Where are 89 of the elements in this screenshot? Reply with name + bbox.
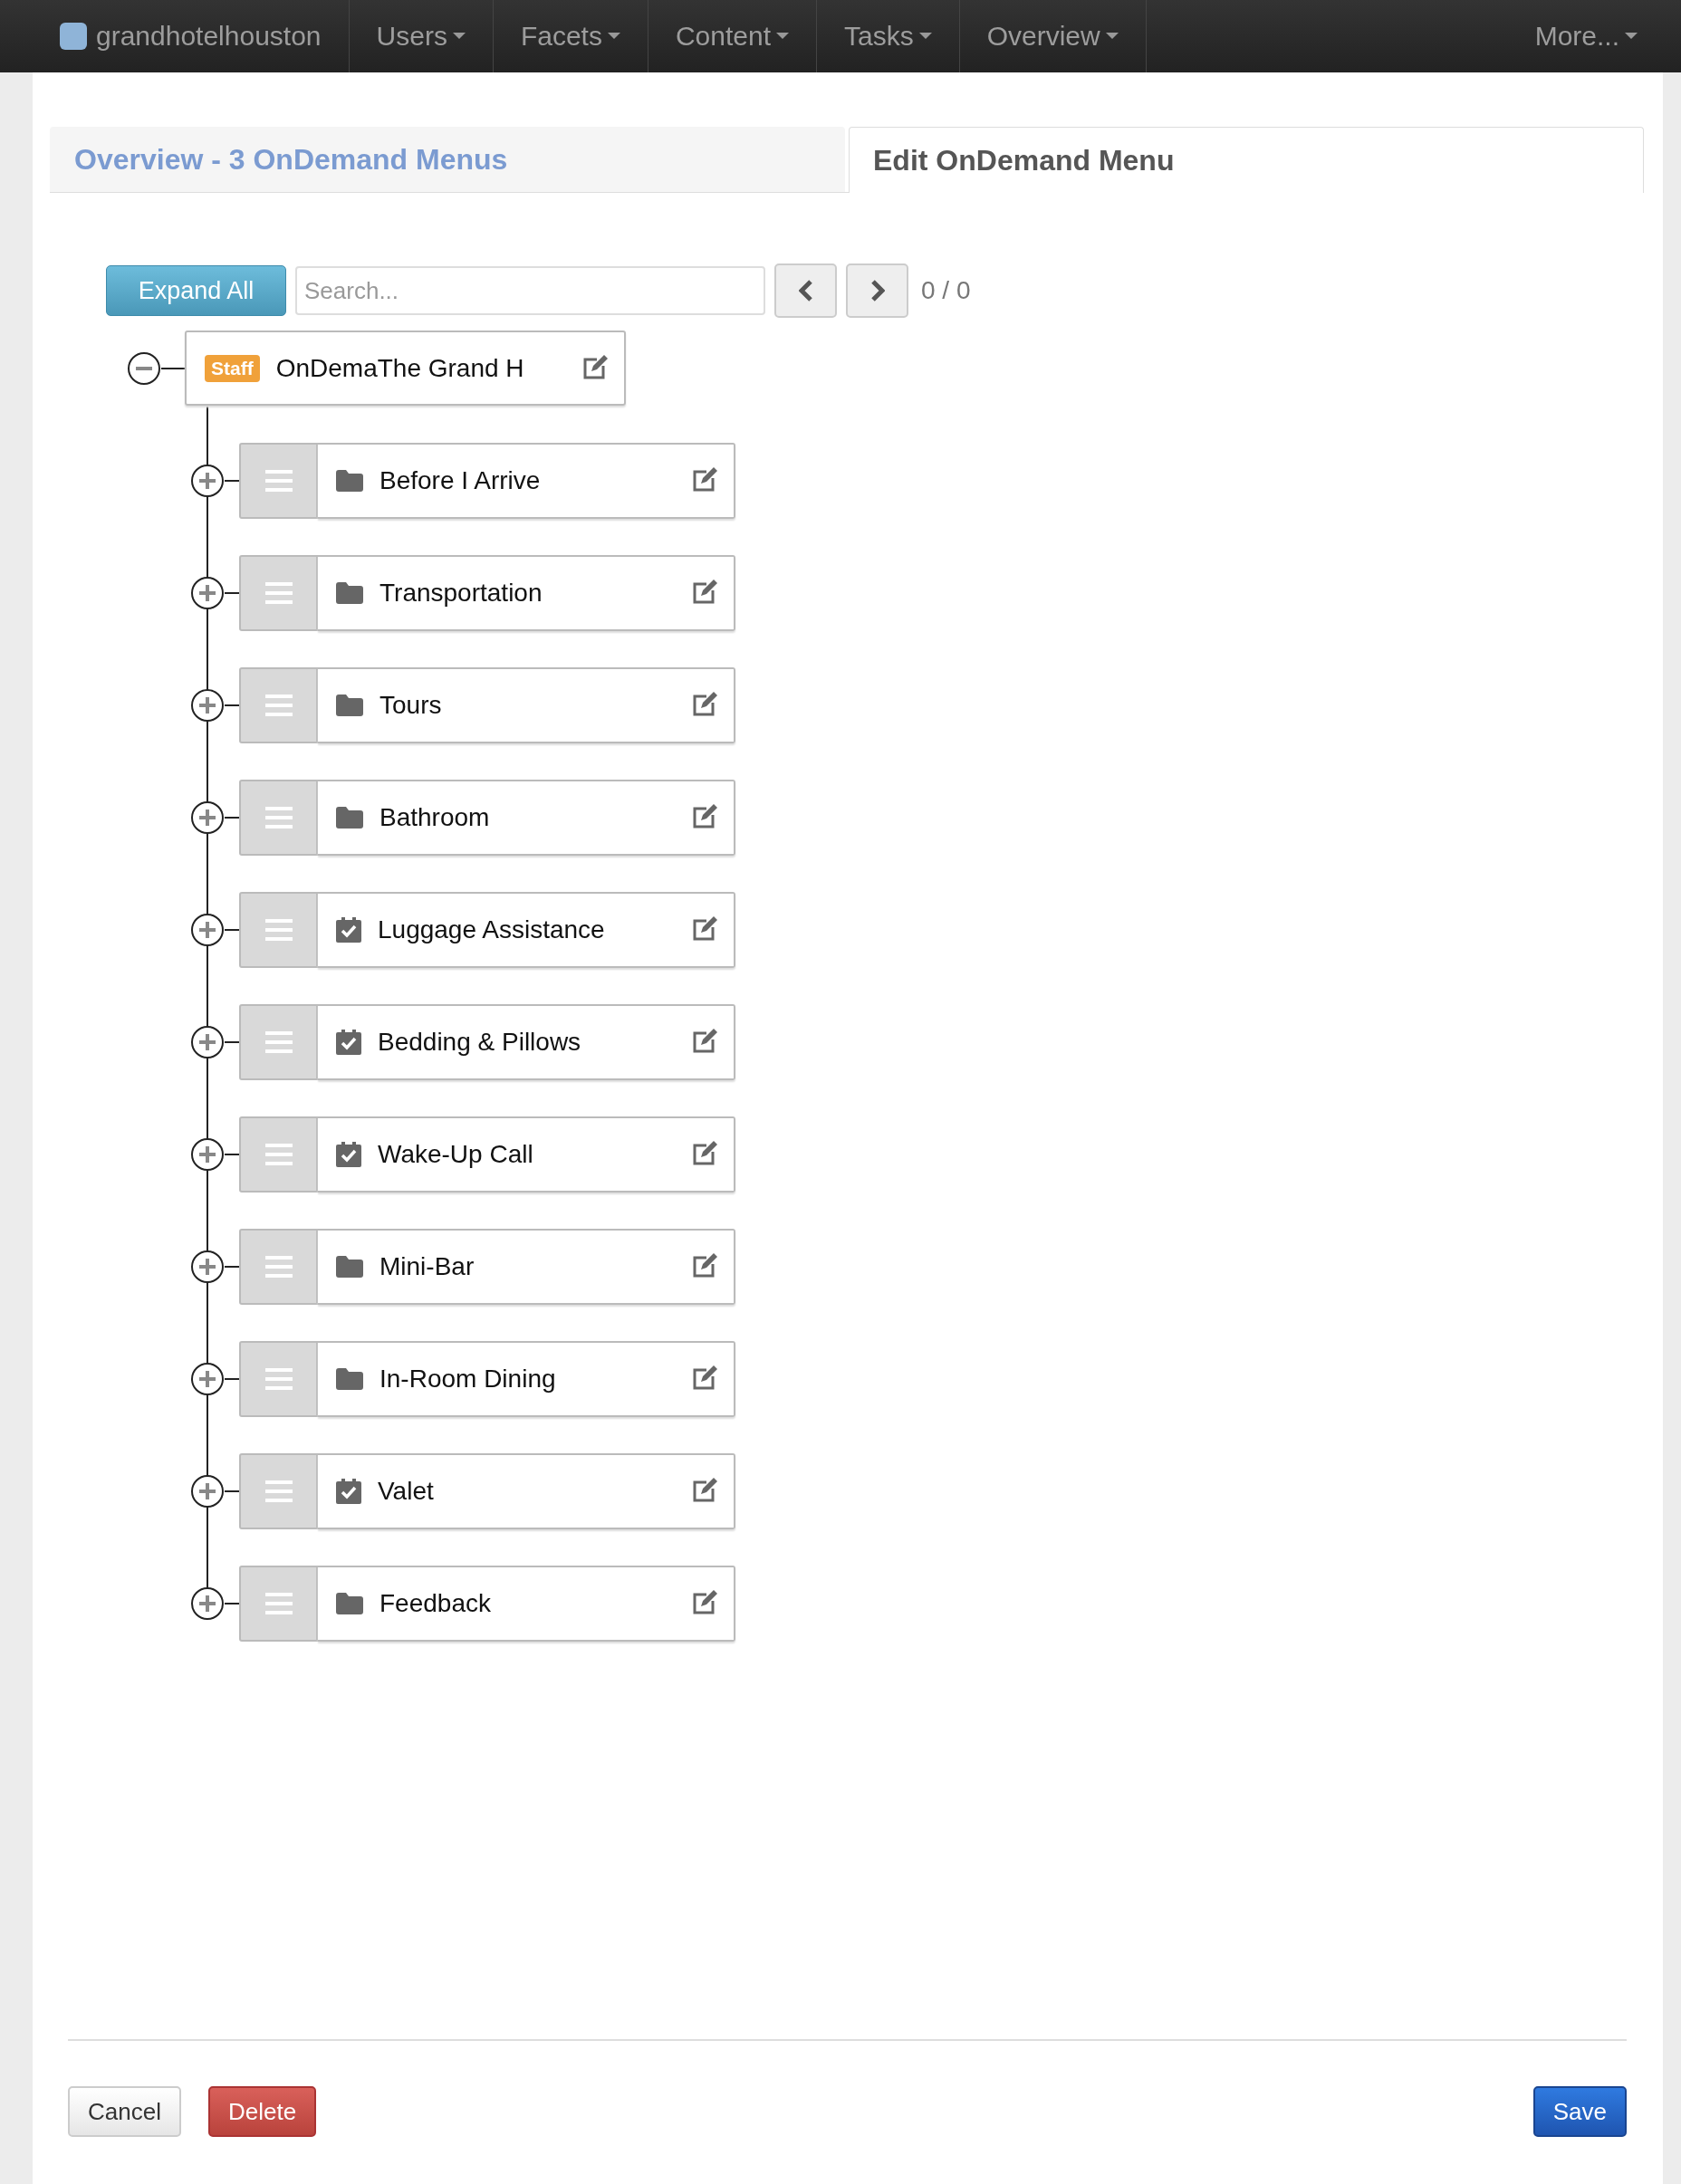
node-label: In-Room Dining <box>379 1365 557 1394</box>
drag-handle[interactable] <box>239 1229 318 1305</box>
plus-circle-icon[interactable] <box>190 688 225 723</box>
bars-icon <box>264 1366 293 1392</box>
tree-node[interactable]: In-Room Dining <box>318 1341 735 1417</box>
tree-node[interactable]: Luggage Assistance <box>318 892 735 968</box>
caret-icon <box>1625 33 1638 40</box>
calendar-check-icon <box>336 1030 361 1055</box>
plus-circle-icon[interactable] <box>190 576 225 610</box>
folder-icon <box>336 1368 363 1390</box>
drag-handle[interactable] <box>239 1453 318 1529</box>
bars-icon <box>264 468 293 493</box>
plus-circle-icon[interactable] <box>190 1474 225 1509</box>
brand-link[interactable]: grandhotelhouston <box>96 21 322 52</box>
plus-circle-icon[interactable] <box>190 1586 225 1621</box>
caret-icon <box>776 33 789 40</box>
next-button[interactable] <box>846 263 908 318</box>
plus-circle-icon[interactable] <box>190 1025 225 1059</box>
plus-circle-icon[interactable] <box>190 464 225 498</box>
caret-icon <box>452 33 466 40</box>
node-label: Before I Arrive <box>379 466 542 495</box>
plus-circle-icon[interactable] <box>190 1362 225 1396</box>
bars-icon <box>264 1479 293 1504</box>
cancel-button[interactable]: Cancel <box>68 2086 181 2137</box>
drag-handle[interactable] <box>239 1566 318 1642</box>
calendar-check-icon <box>336 917 361 943</box>
node-label: Valet <box>378 1477 435 1506</box>
node-label: Wake-Up Call <box>378 1140 534 1169</box>
tree-node[interactable]: Valet <box>318 1453 735 1529</box>
drag-handle[interactable] <box>239 1341 318 1417</box>
tree-node[interactable]: Feedback <box>318 1566 735 1642</box>
delete-button[interactable]: Delete <box>207 2086 317 2137</box>
folder-icon <box>336 807 363 829</box>
result-counter: 0 / 0 <box>921 276 971 305</box>
drag-handle[interactable] <box>239 1004 318 1080</box>
caret-icon <box>918 33 932 40</box>
tree-node[interactable]: Staff OnDemaThe Grand H <box>185 330 626 406</box>
plus-circle-icon[interactable] <box>190 800 225 835</box>
save-button[interactable]: Save <box>1532 2086 1627 2137</box>
bars-icon <box>264 1142 293 1167</box>
more-menu[interactable]: More... <box>1507 0 1681 72</box>
tree-node[interactable]: Transportation <box>318 555 735 631</box>
node-label: Mini-Bar <box>379 1252 475 1281</box>
tree-node[interactable]: Before I Arrive <box>318 443 735 519</box>
search-field[interactable]: Search... <box>295 266 765 315</box>
caret-icon <box>1105 33 1119 40</box>
drag-handle[interactable] <box>239 1116 318 1193</box>
minus-circle-icon[interactable] <box>127 350 161 386</box>
node-label: Tours <box>379 691 443 720</box>
bars-icon <box>264 693 293 718</box>
chevron-right-icon <box>869 280 885 302</box>
bars-icon <box>264 1591 293 1616</box>
drag-handle[interactable] <box>239 555 318 631</box>
bars-icon <box>264 805 293 830</box>
drag-handle[interactable] <box>239 780 318 856</box>
folder-icon <box>336 582 363 604</box>
node-label: Bedding & Pillows <box>378 1028 582 1057</box>
folder-icon <box>336 694 363 716</box>
node-label: OnDemaThe Grand H <box>275 353 525 383</box>
previous-button[interactable] <box>774 263 837 318</box>
tree-node[interactable]: Wake-Up Call <box>318 1116 735 1193</box>
plus-circle-icon[interactable] <box>190 1250 225 1284</box>
bars-icon <box>264 580 293 606</box>
folder-icon <box>336 470 363 492</box>
calendar-check-icon <box>336 1479 361 1504</box>
tree-node[interactable]: Bedding & Pillows <box>318 1004 735 1080</box>
node-label: Transportation <box>379 579 543 608</box>
bars-icon <box>264 1254 293 1279</box>
node-label: Feedback <box>379 1589 492 1618</box>
caret-icon <box>607 33 620 40</box>
plus-circle-icon[interactable] <box>190 1137 225 1172</box>
calendar-check-icon <box>336 1142 361 1167</box>
tree-node[interactable]: Mini-Bar <box>318 1229 735 1305</box>
chevron-left-icon <box>798 280 813 302</box>
bars-icon <box>264 1030 293 1055</box>
tree-node[interactable]: Bathroom <box>318 780 735 856</box>
plus-circle-icon[interactable] <box>190 913 225 947</box>
bars-icon <box>264 917 293 943</box>
tab[interactable]: Edit OnDemand Menu <box>849 127 1644 193</box>
node-label: Bathroom <box>379 803 491 832</box>
drag-handle[interactable] <box>239 443 318 519</box>
folder-icon <box>336 1593 363 1614</box>
tree-node[interactable]: Tours <box>318 667 735 743</box>
staff-badge: Staff <box>205 354 260 382</box>
drag-handle[interactable] <box>239 667 318 743</box>
logo-icon <box>60 23 87 50</box>
node-label: Luggage Assistance <box>378 915 606 944</box>
folder-icon <box>336 1256 363 1278</box>
drag-handle[interactable] <box>239 892 318 968</box>
